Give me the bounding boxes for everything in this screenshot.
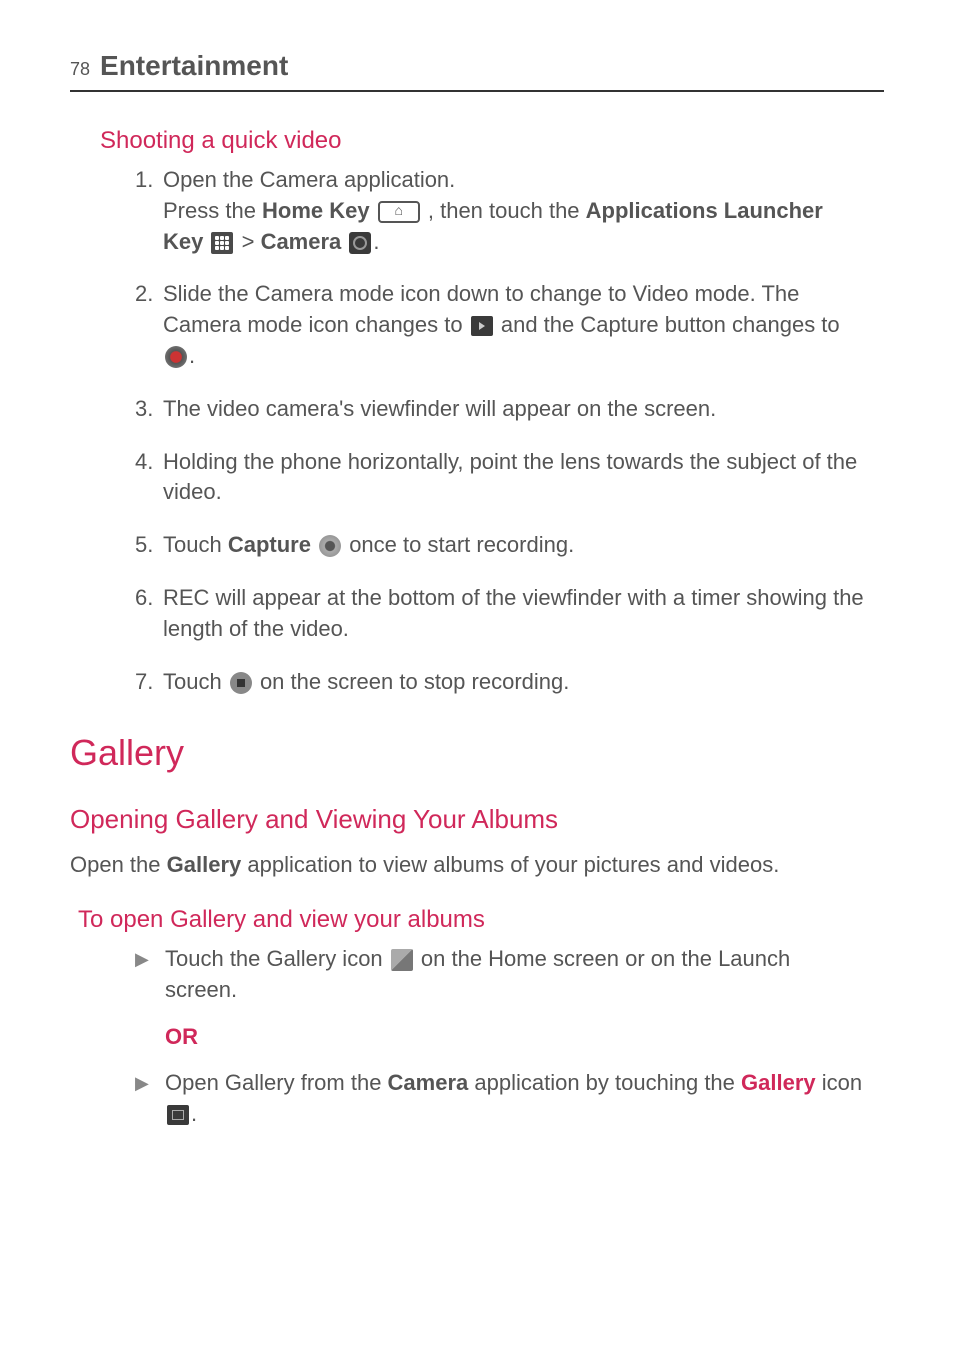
apps-launcher-icon [211, 232, 233, 254]
step-text: Touch [163, 532, 228, 557]
step-number: 7. [135, 667, 153, 698]
bullet-text: application by touching the [468, 1070, 741, 1095]
section-title: Entertainment [100, 50, 288, 82]
bullet-text: Touch the Gallery icon [165, 946, 389, 971]
home-key-icon [378, 201, 420, 223]
step-text: and the Capture button changes to [495, 312, 840, 337]
step-text: Touch [163, 669, 228, 694]
home-key-label: Home Key [262, 198, 376, 223]
intro-text: Open the [70, 852, 167, 877]
page-number: 78 [70, 59, 90, 80]
step-2: 2. Slide the Camera mode icon down to ch… [135, 279, 864, 371]
page-header: 78 Entertainment [70, 50, 884, 92]
gallery-label: Gallery [741, 1070, 816, 1095]
arrow-icon: ▶ [135, 947, 149, 972]
step-4: 4. Holding the phone horizontally, point… [135, 447, 864, 509]
bullet-text: . [191, 1101, 197, 1126]
gallery-bullets-2: ▶ Open Gallery from the Camera applicati… [135, 1068, 864, 1130]
step-text: on the screen to stop recording. [254, 669, 570, 694]
bullet-text: icon [816, 1070, 862, 1095]
capture-icon [319, 535, 341, 557]
step-number: 2. [135, 279, 153, 310]
step-3: 3. The video camera's viewfinder will ap… [135, 394, 864, 425]
step-number: 1. [135, 165, 153, 196]
open-gallery-heading: To open Gallery and view your albums [78, 906, 884, 934]
arrow-icon: ▶ [135, 1071, 149, 1096]
record-icon [165, 346, 187, 368]
step-text: once to start recording. [343, 532, 574, 557]
gallery-app-label: Gallery [167, 852, 242, 877]
step-number: 4. [135, 447, 153, 478]
step-text: REC will appear at the bottom of the vie… [163, 585, 864, 641]
bullet-2: ▶ Open Gallery from the Camera applicati… [135, 1068, 864, 1130]
gallery-heading: Gallery [70, 732, 884, 774]
step-text: Holding the phone horizontally, point th… [163, 449, 857, 505]
step-text: The video camera's viewfinder will appea… [163, 396, 716, 421]
gallery-bullets: ▶ Touch the Gallery icon on the Home scr… [135, 944, 864, 1006]
step-text: Press the [163, 198, 262, 223]
shooting-steps: 1. Open the Camera application. Press th… [135, 165, 864, 697]
or-separator: OR [165, 1024, 884, 1050]
gallery-icon [391, 949, 413, 971]
capture-label: Capture [228, 532, 317, 557]
step-text: > [235, 229, 260, 254]
step-6: 6. REC will appear at the bottom of the … [135, 583, 864, 645]
gallery-subheading: Opening Gallery and Viewing Your Albums [70, 804, 884, 835]
step-text: . [373, 229, 379, 254]
camera-icon [349, 232, 371, 254]
bullet-1: ▶ Touch the Gallery icon on the Home scr… [135, 944, 864, 1006]
step-text: , then touch the [422, 198, 586, 223]
step-1: 1. Open the Camera application. Press th… [135, 165, 864, 257]
gallery-small-icon [167, 1105, 189, 1125]
bullet-text: Open Gallery from the [165, 1070, 388, 1095]
intro-text: application to view albums of your pictu… [241, 852, 779, 877]
step-text: . [189, 343, 195, 368]
camera-label: Camera [261, 229, 348, 254]
shooting-heading: Shooting a quick video [100, 127, 884, 155]
gallery-intro: Open the Gallery application to view alb… [70, 850, 884, 881]
step-number: 3. [135, 394, 153, 425]
step-5: 5. Touch Capture once to start recording… [135, 530, 864, 561]
step-7: 7. Touch on the screen to stop recording… [135, 667, 864, 698]
stop-icon [230, 672, 252, 694]
step-text: Open the Camera application. [163, 167, 455, 192]
camera-app-label: Camera [388, 1070, 469, 1095]
step-number: 6. [135, 583, 153, 614]
step-number: 5. [135, 530, 153, 561]
video-mode-icon [471, 316, 493, 336]
